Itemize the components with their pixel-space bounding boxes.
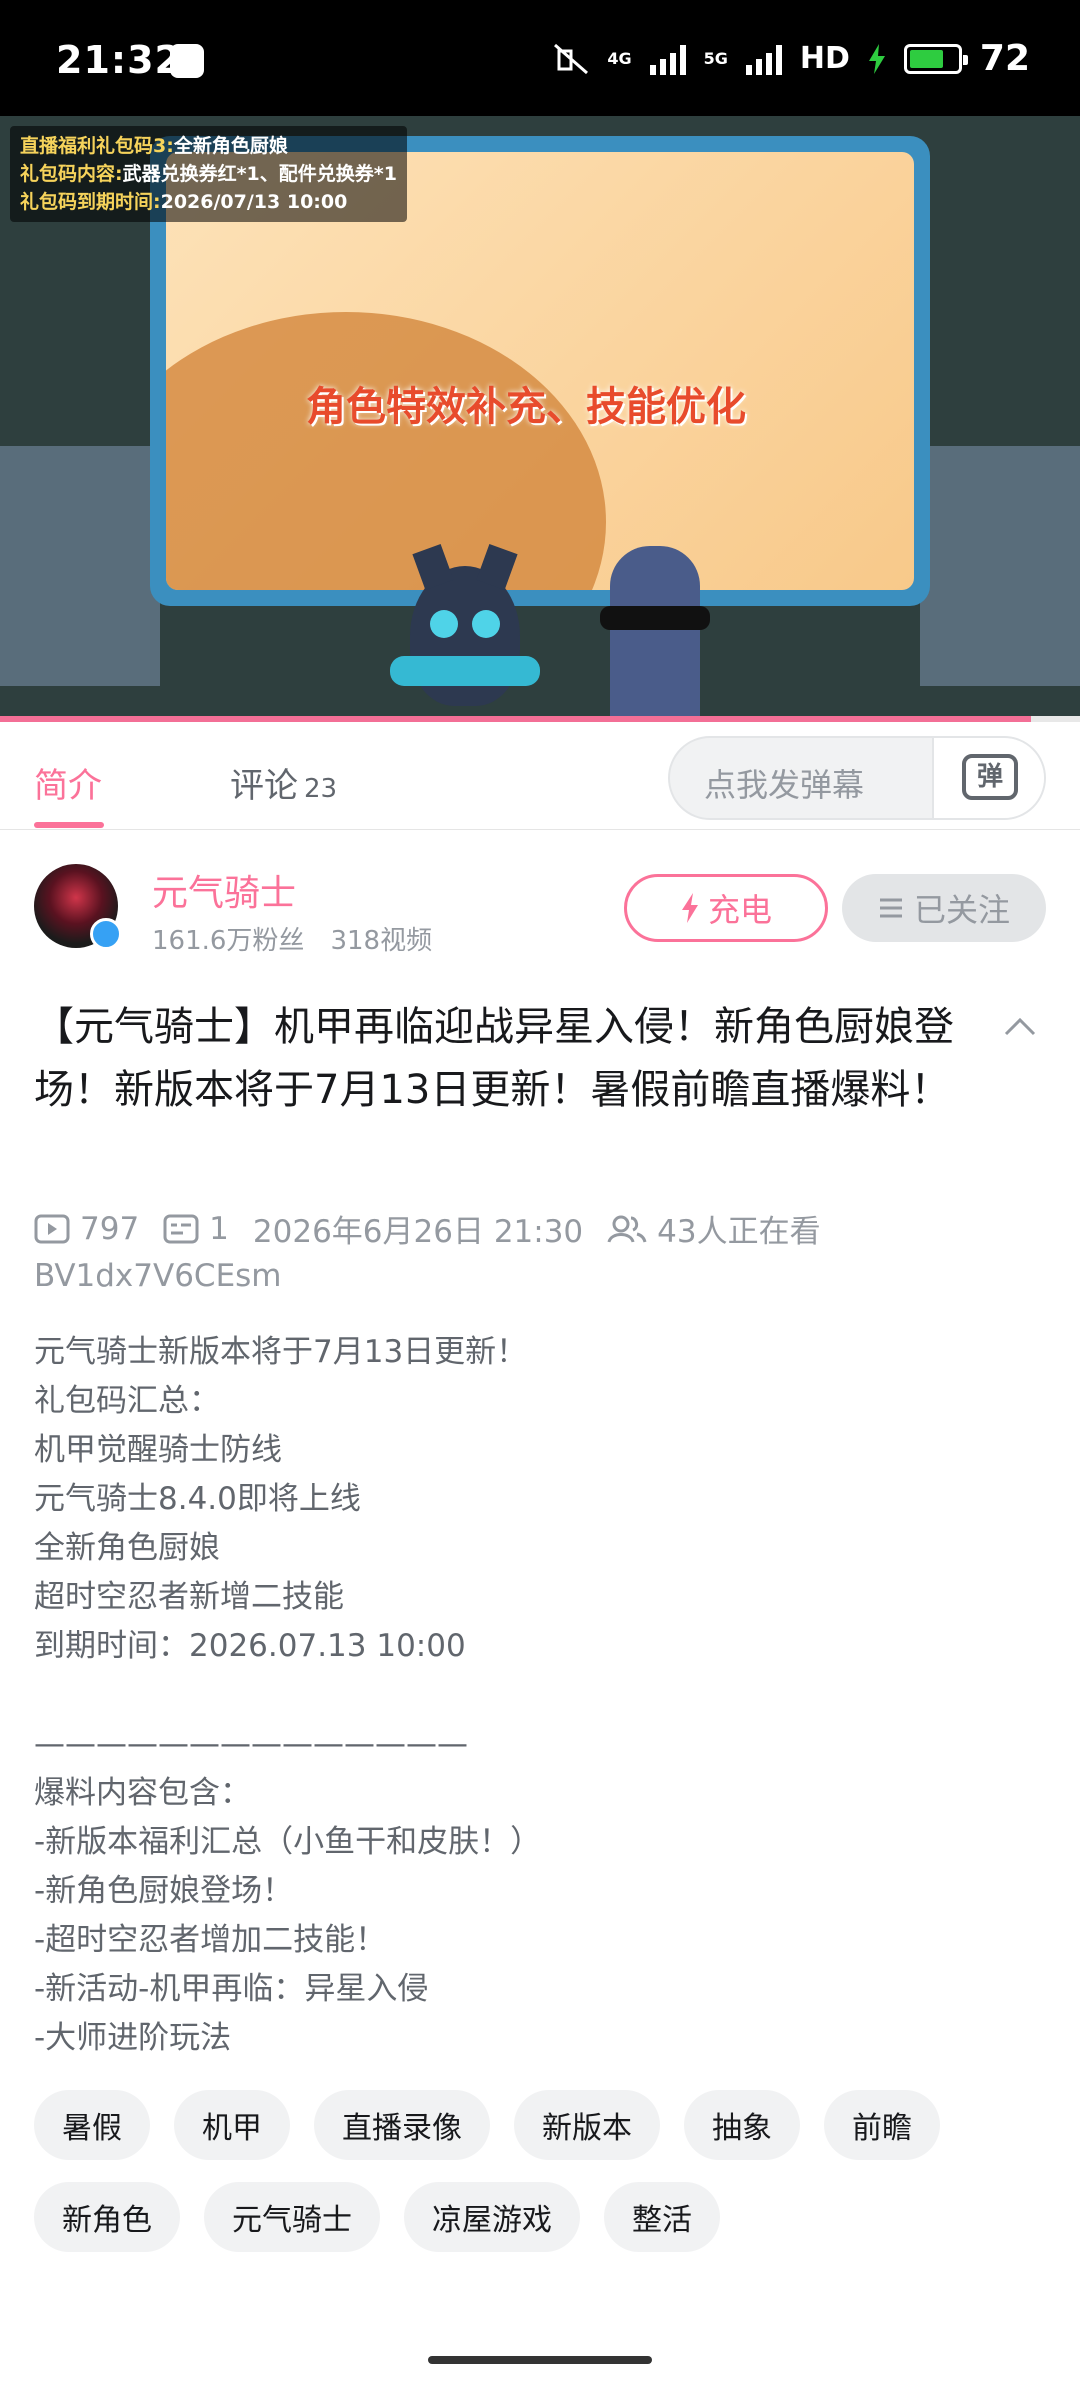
tag-chip[interactable]: 元气骑士 bbox=[204, 2182, 380, 2252]
bvid[interactable]: BV1dx7V6CEsm bbox=[34, 1258, 282, 1294]
desc-line: 元气骑士新版本将于7月13日更新！ bbox=[34, 1334, 528, 1370]
watching-count: 43人正在看 bbox=[657, 1214, 821, 1250]
danmaku-placeholder: 点我发弹幕 bbox=[704, 766, 865, 804]
video-stats: 797 1 2026年6月26日 21:30 43人正在看 bbox=[34, 1206, 821, 1251]
home-indicator[interactable] bbox=[428, 2356, 652, 2364]
tab-active-indicator bbox=[34, 822, 104, 828]
fans-count: 161.6万粉丝 bbox=[152, 926, 305, 956]
tag-chip[interactable]: 机甲 bbox=[174, 2090, 290, 2160]
tag-row: 新角色 元气骑士 凉屋游戏 整活 bbox=[34, 2182, 1046, 2252]
video-title: 【元气骑士】机甲再临迎战异星入侵！新角色厨娘登场！新版本将于7月13日更新！暑假… bbox=[34, 1004, 954, 1113]
charge-label: 充电 bbox=[707, 891, 772, 929]
charge-button[interactable]: 充电 bbox=[624, 874, 828, 942]
signal-icon-1 bbox=[649, 43, 686, 75]
play-count: 797 bbox=[80, 1210, 140, 1247]
hd-label: HD bbox=[799, 41, 850, 76]
menu-icon bbox=[879, 898, 902, 918]
danmaku-count: 1 bbox=[209, 1210, 229, 1247]
desc-line: -新角色厨娘登场！ bbox=[34, 1873, 294, 1909]
uploader-name[interactable]: 元气骑士 bbox=[152, 864, 296, 916]
danmaku-toggle-button[interactable]: 弹 bbox=[932, 738, 1044, 818]
verified-icon bbox=[90, 918, 122, 950]
cat-scarf bbox=[390, 656, 540, 686]
viewers-icon bbox=[607, 1215, 647, 1243]
mute-icon bbox=[553, 43, 589, 75]
tag-chip[interactable]: 抽象 bbox=[684, 2090, 800, 2160]
danmaku-icon: 弹 bbox=[962, 754, 1018, 800]
battery-percent: 72 bbox=[979, 38, 1030, 79]
video-player[interactable]: 角色特效补充、技能优化 直播福利礼包码3:全新角色厨娘 礼包码内容:武器兑换券红… bbox=[0, 116, 1080, 722]
desc-line: 机甲觉醒骑士防线 bbox=[34, 1432, 282, 1468]
play-count-icon bbox=[34, 1214, 70, 1243]
tag-chip[interactable]: 前瞻 bbox=[824, 2090, 940, 2160]
tab-comments[interactable]: 评论 23 bbox=[230, 758, 337, 807]
overlay-line: 礼包码内容:武器兑换券红*1、配件兑换券*1 bbox=[20, 163, 397, 185]
desc-line: -新版本福利汇总（小鱼干和皮肤！） bbox=[34, 1824, 542, 1860]
robot-character bbox=[610, 546, 700, 722]
lightning-icon bbox=[681, 893, 698, 923]
video-slogan: 角色特效补充、技能优化 bbox=[306, 384, 746, 430]
tag-list: 暑假 机甲 直播录像 新版本 抽象 前瞻 新角色 元气骑士 凉屋游戏 整活 bbox=[34, 2090, 1046, 2274]
tag-chip[interactable]: 暑假 bbox=[34, 2090, 150, 2160]
desc-line: 到期时间：2026.07.13 10:00 bbox=[34, 1628, 466, 1664]
video-art-right bbox=[920, 446, 1080, 686]
desc-line: —————————————— bbox=[34, 1726, 468, 1762]
follow-label: 已关注 bbox=[913, 891, 1010, 929]
battery-icon bbox=[903, 43, 968, 74]
comment-count: 23 bbox=[304, 774, 338, 804]
uploader-meta: 161.6万粉丝 318视频 bbox=[152, 920, 432, 957]
danmaku-input[interactable]: 点我发弹幕 弹 bbox=[668, 736, 1046, 820]
desc-line: 元气骑士8.4.0即将上线 bbox=[34, 1481, 361, 1517]
overlay-line: 直播福利礼包码3:全新角色厨娘 bbox=[20, 135, 288, 157]
network-label-2: 5G bbox=[703, 49, 728, 68]
tag-chip[interactable]: 整活 bbox=[604, 2182, 720, 2252]
desc-line: -超时空忍者增加二技能！ bbox=[34, 1922, 387, 1958]
desc-line: 礼包码汇总： bbox=[34, 1383, 220, 1419]
desc-line bbox=[34, 1671, 1034, 1720]
tab-comments-label: 评论 bbox=[230, 766, 298, 806]
charging-icon bbox=[868, 43, 886, 74]
overlay-line: 礼包码到期时间:2026/07/13 10:00 bbox=[20, 191, 348, 213]
status-time: 21:32 bbox=[56, 38, 182, 82]
collapse-chevron-icon[interactable] bbox=[1002, 1010, 1038, 1046]
tab-intro[interactable]: 简介 bbox=[34, 758, 102, 807]
publish-date: 2026年6月26日 21:30 bbox=[252, 1214, 584, 1250]
desc-line: -新活动-机甲再临：异星入侵 bbox=[34, 1971, 429, 2007]
network-label-1: 4G bbox=[607, 49, 632, 68]
video-description: 元气骑士新版本将于7月13日更新！ 礼包码汇总： 机甲觉醒骑士防线 元气骑士8.… bbox=[34, 1328, 1034, 2063]
desc-line: -大师进阶玩法 bbox=[34, 2020, 232, 2056]
desc-line: 超时空忍者新增二技能 bbox=[34, 1579, 344, 1615]
video-count: 318视频 bbox=[330, 926, 433, 956]
desc-line: 爆料内容包含： bbox=[34, 1775, 251, 1811]
desc-line: 全新角色厨娘 bbox=[34, 1530, 220, 1566]
danmaku-count-icon bbox=[163, 1214, 199, 1243]
signal-icon-2 bbox=[745, 43, 782, 75]
tag-chip[interactable]: 新版本 bbox=[514, 2090, 660, 2160]
gift-code-overlay: 直播福利礼包码3:全新角色厨娘 礼包码内容:武器兑换券红*1、配件兑换券*1 礼… bbox=[10, 126, 407, 222]
tag-chip[interactable]: 直播录像 bbox=[314, 2090, 490, 2160]
tag-row: 暑假 机甲 直播录像 新版本 抽象 前瞻 bbox=[34, 2090, 1046, 2160]
follow-button[interactable]: 已关注 bbox=[842, 874, 1046, 942]
tag-chip[interactable]: 新角色 bbox=[34, 2182, 180, 2252]
status-right: 4G 5G HD 72 bbox=[553, 38, 1030, 79]
status-bar: 21:32 4G 5G HD 72 bbox=[0, 0, 1080, 116]
uploader-avatar[interactable] bbox=[34, 864, 122, 950]
robot-glasses bbox=[600, 606, 710, 630]
tag-chip[interactable]: 凉屋游戏 bbox=[404, 2182, 580, 2252]
notification-icon bbox=[170, 44, 204, 78]
video-art-left bbox=[0, 446, 160, 686]
uploader-row: 元气骑士 161.6万粉丝 318视频 充电 已关注 bbox=[34, 864, 1046, 957]
